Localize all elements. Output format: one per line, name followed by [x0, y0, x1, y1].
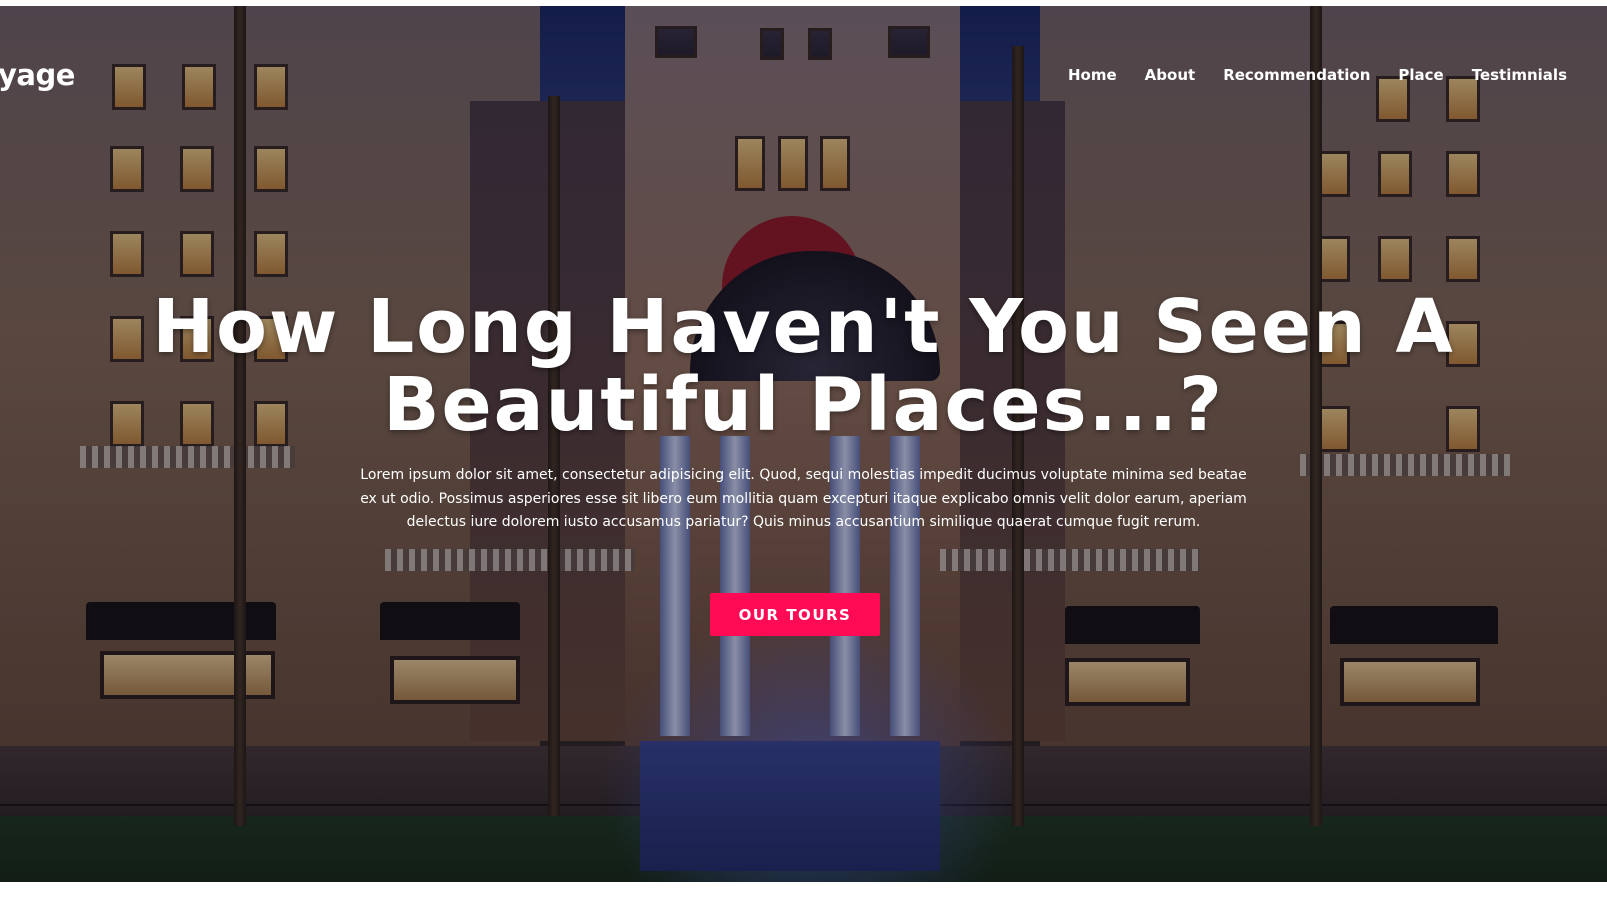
- main-nav: Home About Recommendation Place Testimni…: [1054, 66, 1581, 84]
- hero-headline: How Long Haven't You Seen A Beautiful Pl…: [150, 288, 1457, 444]
- hero-headline-line1: How Long Haven't You Seen A: [152, 284, 1455, 370]
- nav-item-testimonials[interactable]: Testimnials: [1458, 66, 1581, 84]
- nav-item-about[interactable]: About: [1131, 66, 1210, 84]
- nav-item-home[interactable]: Home: [1054, 66, 1131, 84]
- hero-headline-line2: Beautiful Places...?: [383, 362, 1224, 448]
- nav-item-recommendation[interactable]: Recommendation: [1209, 66, 1384, 84]
- nav-item-place[interactable]: Place: [1384, 66, 1457, 84]
- our-tours-button[interactable]: OUR TOURS: [710, 593, 880, 636]
- brand-logo[interactable]: yage: [0, 58, 75, 92]
- hero-description: Lorem ipsum dolor sit amet, consectetur …: [360, 467, 1247, 530]
- hero-section: yage Home About Recommendation Place Tes…: [0, 6, 1607, 882]
